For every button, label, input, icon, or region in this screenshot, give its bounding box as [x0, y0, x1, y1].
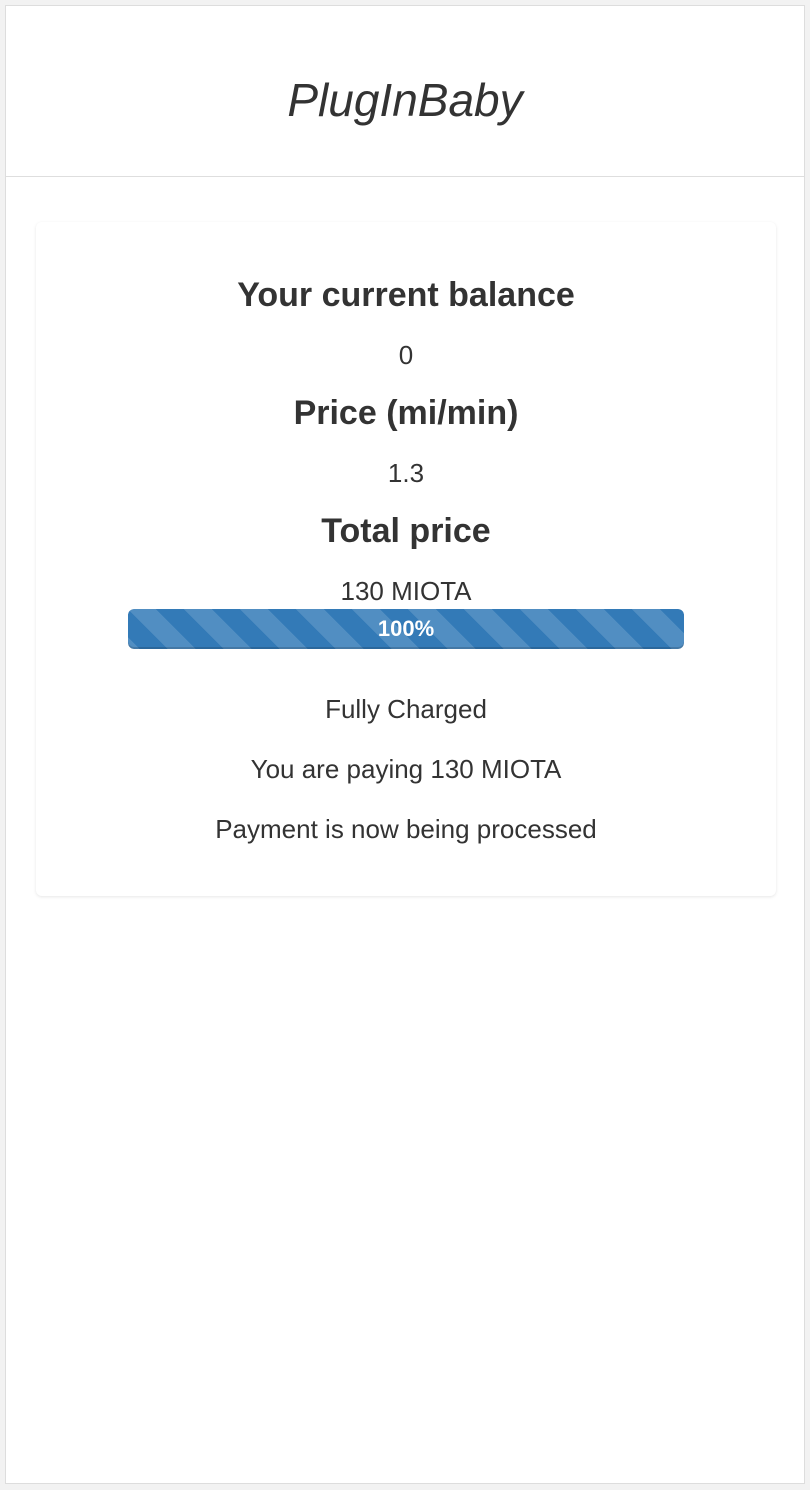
- total-price-heading: Total price: [321, 512, 491, 550]
- app-frame: PlugInBaby Your current balance 0 Price …: [5, 5, 805, 1484]
- progress-percent-label: 100%: [377, 616, 435, 641]
- charge-status-text: Fully Charged: [325, 694, 487, 724]
- charging-progress-bar: 100%: [128, 609, 684, 649]
- charging-progress: 100%: [128, 609, 684, 649]
- total-price-value: 130 MIOTA: [340, 576, 472, 606]
- charging-card: Your current balance 0 Price (mi/min) 1.…: [36, 222, 776, 896]
- app-header: PlugInBaby: [6, 6, 804, 177]
- payment-processing-text: Payment is now being processed: [215, 814, 597, 844]
- price-heading: Price (mi/min): [293, 394, 519, 432]
- app-title: PlugInBaby: [287, 74, 523, 126]
- payment-amount-text: You are paying 130 MIOTA: [250, 754, 562, 784]
- balance-value: 0: [398, 340, 414, 370]
- balance-heading: Your current balance: [237, 276, 575, 314]
- price-value: 1.3: [387, 458, 425, 488]
